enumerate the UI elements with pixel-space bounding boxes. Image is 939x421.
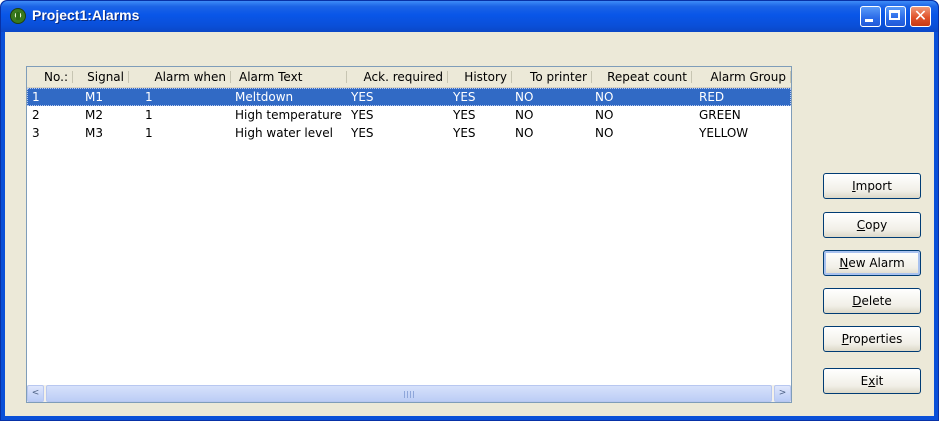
exit-button[interactable]: Exit — [823, 368, 921, 394]
cell-signal: M2 — [85, 108, 103, 122]
cell-history: YES — [453, 90, 476, 104]
maximize-button[interactable] — [885, 6, 906, 27]
title-bar[interactable]: Project1:Alarms ✕ — [1, 1, 938, 32]
cell-ack-required: YES — [351, 90, 374, 104]
column-header-signal[interactable]: Signal — [73, 67, 129, 87]
cell-to-printer: NO — [515, 108, 534, 122]
cell-no: 1 — [32, 90, 40, 104]
scroll-left-button[interactable]: < — [27, 385, 44, 402]
column-header-no[interactable]: No.: — [27, 67, 73, 87]
cell-ack-required: YES — [351, 126, 374, 140]
app-icon[interactable] — [10, 8, 26, 24]
column-header-repeat-count[interactable]: Repeat count — [592, 67, 692, 87]
table-row[interactable]: 3 M3 1 High water level YES YES NO NO YELLOW — [27, 124, 791, 142]
grip-icon — [404, 391, 415, 398]
properties-button[interactable]: Properties — [823, 326, 921, 352]
window-title: Project1:Alarms — [32, 7, 140, 23]
cell-no: 2 — [32, 108, 40, 122]
cell-ack-required: YES — [351, 108, 374, 122]
cell-to-printer: NO — [515, 90, 534, 104]
chevron-left-icon: < — [31, 388, 40, 398]
cell-signal: M1 — [85, 90, 103, 104]
cell-alarm-group: YELLOW — [699, 126, 749, 140]
column-header-alarm-when[interactable]: Alarm when — [129, 67, 231, 87]
chevron-right-icon: > — [778, 388, 787, 398]
column-header-to-printer[interactable]: To printer — [512, 67, 592, 87]
cell-alarm-text: High water level — [235, 126, 333, 140]
cell-alarm-when: 1 — [145, 90, 153, 104]
copy-button[interactable]: Copy — [823, 212, 921, 238]
alarm-list[interactable]: No.: Signal Alarm when Alarm Text Ack. r… — [26, 66, 792, 403]
window-client-area: No.: Signal Alarm when Alarm Text Ack. r… — [5, 32, 934, 416]
cell-signal: M3 — [85, 126, 103, 140]
cell-history: YES — [453, 126, 476, 140]
cell-repeat-count: NO — [595, 108, 614, 122]
table-row[interactable]: 2 M2 1 High temperature YES YES NO NO GREEN — [27, 106, 791, 124]
list-header: No.: Signal Alarm when Alarm Text Ack. r… — [27, 67, 791, 88]
cell-to-printer: NO — [515, 126, 534, 140]
column-header-alarm-group[interactable]: Alarm Group — [692, 67, 791, 87]
column-header-history[interactable]: History — [448, 67, 512, 87]
cell-repeat-count: NO — [595, 126, 614, 140]
column-header-alarm-text[interactable]: Alarm Text — [231, 67, 347, 87]
column-header-ack-required[interactable]: Ack. required — [347, 67, 448, 87]
cell-alarm-when: 1 — [145, 108, 153, 122]
scroll-thumb[interactable] — [46, 385, 772, 402]
cell-alarm-text: High temperature — [235, 108, 342, 122]
horizontal-scrollbar[interactable]: < > — [27, 385, 791, 402]
cell-alarm-text: Meltdown — [235, 90, 294, 104]
minimize-button[interactable] — [860, 6, 881, 27]
cell-no: 3 — [32, 126, 40, 140]
new-alarm-button[interactable]: New Alarm — [823, 250, 921, 276]
close-icon: ✕ — [913, 6, 928, 25]
scroll-right-button[interactable]: > — [774, 385, 791, 402]
cell-history: YES — [453, 108, 476, 122]
delete-button[interactable]: Delete — [823, 288, 921, 314]
table-row[interactable]: 1 M1 1 Meltdown YES YES NO NO RED — [27, 88, 791, 106]
cell-alarm-when: 1 — [145, 126, 153, 140]
close-button[interactable]: ✕ — [910, 6, 931, 27]
alarms-window: Project1:Alarms ✕ No.: Signal Alarm when… — [0, 0, 939, 421]
cell-alarm-group: GREEN — [699, 108, 741, 122]
cell-alarm-group: RED — [699, 90, 725, 104]
cell-repeat-count: NO — [595, 90, 614, 104]
import-button[interactable]: Import — [823, 173, 921, 199]
